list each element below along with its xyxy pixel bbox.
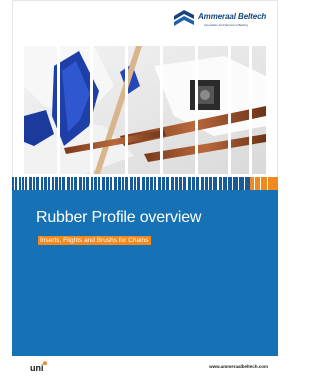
- brand-tagline: Innovation and Service in Belting: [204, 23, 248, 27]
- document-subtitle: Inserts, Flights and Brushs for Chains: [38, 236, 152, 245]
- decorative-barcode-strip: [12, 177, 278, 190]
- document-cover-page: Ammeraal Beltech Innovation and Service …: [12, 0, 278, 377]
- cover-footer: uni www.ammeraalbeltech.com: [12, 356, 278, 377]
- uni-chains-logo-icon: uni: [30, 361, 47, 372]
- ammeraal-beltech-logo: Ammeraal Beltech Innovation and Service …: [172, 6, 268, 40]
- website-url[interactable]: www.ammeraalbeltech.com: [209, 364, 268, 369]
- document-title: Rubber Profile overview: [36, 209, 202, 226]
- cover-photo: [24, 46, 266, 174]
- uni-logo-text: uni: [30, 363, 44, 372]
- brand-name: Ammeraal Beltech: [198, 12, 267, 21]
- ammeraal-logo-mark-icon: [174, 10, 194, 26]
